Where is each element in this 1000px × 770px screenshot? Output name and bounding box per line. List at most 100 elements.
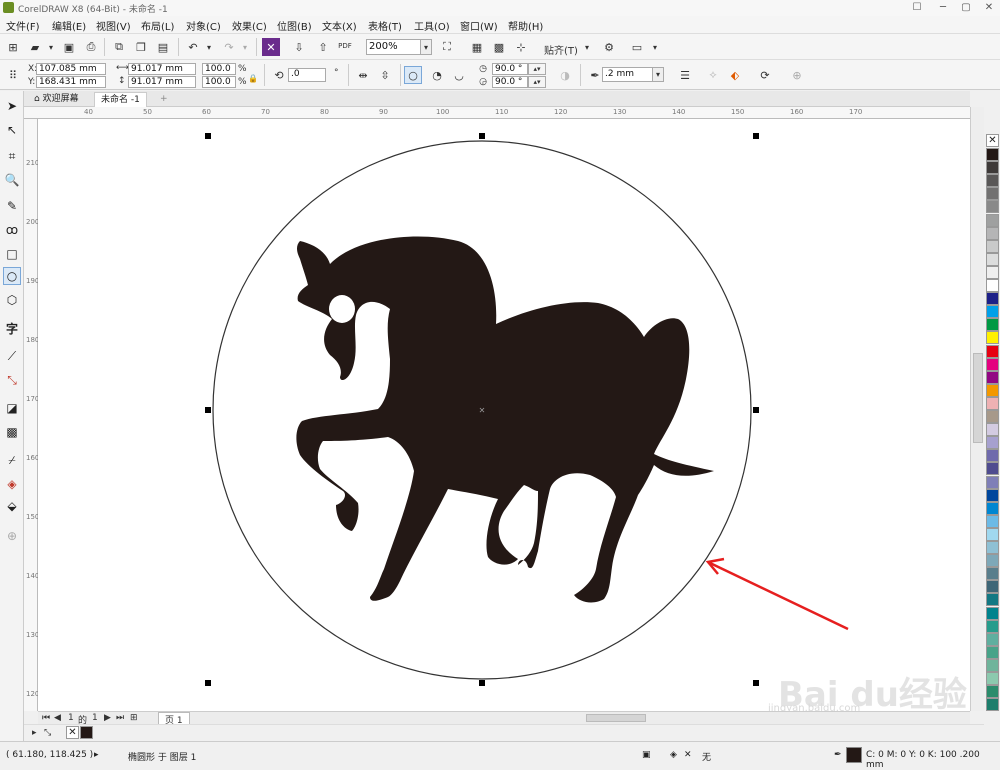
color-swatch[interactable] <box>986 148 999 161</box>
color-swatch[interactable] <box>986 619 999 633</box>
color-swatch[interactable] <box>986 357 999 371</box>
color-swatch[interactable] <box>986 580 999 594</box>
palette-menu-icon[interactable]: ▸ <box>32 728 37 738</box>
menu-window[interactable]: 窗口(W) <box>460 18 498 33</box>
color-swatch[interactable] <box>986 685 999 699</box>
pdf-export-icon[interactable]: PDF <box>336 37 354 55</box>
color-swatch[interactable] <box>986 658 999 672</box>
start-angle-field[interactable]: 90.0 ° <box>492 63 528 75</box>
menu-file[interactable]: 文件(F) <box>6 18 40 33</box>
selection-handle[interactable] <box>753 133 759 139</box>
black-swatch[interactable] <box>80 726 93 739</box>
new-document-icon[interactable]: ⊞ <box>4 38 22 56</box>
cut-icon[interactable]: ⧉ <box>110 38 128 56</box>
color-swatch[interactable] <box>986 318 999 332</box>
selection-handle[interactable] <box>479 133 485 139</box>
copy-icon[interactable]: ❐ <box>132 38 150 56</box>
shape-tool-icon[interactable]: ↖ <box>3 121 21 139</box>
color-swatch[interactable] <box>986 344 999 358</box>
color-swatch[interactable] <box>986 161 999 175</box>
color-swatch[interactable] <box>986 174 999 188</box>
color-swatch[interactable] <box>986 383 999 397</box>
selection-handle[interactable] <box>753 407 759 413</box>
ellipse-mode-icon[interactable]: ○ <box>404 66 422 84</box>
drawing-canvas[interactable]: ✕ Bai du经验 jingyan.baidu.com <box>38 119 970 715</box>
color-swatch[interactable] <box>986 593 999 607</box>
add-tab-button[interactable]: + <box>154 92 174 107</box>
first-page-icon[interactable]: ⏮ <box>42 713 50 723</box>
outline-dropdown-icon[interactable]: ▾ <box>652 67 664 82</box>
quick-customize-icon[interactable]: ⟳ <box>756 66 774 84</box>
color-swatch[interactable] <box>986 265 999 279</box>
snap-to-menu[interactable]: 贴齐(T) <box>544 42 578 57</box>
color-swatch[interactable] <box>986 475 999 489</box>
mirror-horizontal-icon[interactable]: ⇹ <box>354 66 372 84</box>
color-swatch[interactable] <box>986 370 999 384</box>
horizontal-scrollbar-thumb[interactable] <box>586 714 646 722</box>
width-field[interactable]: 91.017 mm <box>128 63 196 75</box>
color-swatch[interactable] <box>986 410 999 423</box>
selection-handle[interactable] <box>205 407 211 413</box>
smart-fill-icon[interactable]: ⬙ <box>3 497 21 515</box>
color-swatch[interactable] <box>986 527 999 541</box>
document-color-icon[interactable]: ▣ <box>642 750 651 760</box>
maximize-button[interactable]: ▢ <box>955 0 977 16</box>
color-swatch[interactable] <box>986 252 999 266</box>
color-swatch[interactable] <box>986 606 999 620</box>
outline-color-swatch[interactable] <box>846 747 862 763</box>
change-direction-icon[interactable]: ◑ <box>556 66 574 84</box>
end-angle-spinner-icon[interactable]: ▴▾ <box>528 76 546 88</box>
transparency-tool-icon[interactable]: ▩ <box>3 423 21 441</box>
vertical-ruler[interactable]: 210 200 190 180 170 160 150 140 130 120 <box>24 119 39 711</box>
zoom-dropdown-icon[interactable]: ▾ <box>420 39 432 55</box>
scale-height-field[interactable]: 100.0 <box>202 76 236 88</box>
color-swatch[interactable] <box>986 436 999 450</box>
rectangle-tool-icon[interactable]: □ <box>3 245 21 263</box>
menu-edit[interactable]: 编辑(E) <box>52 18 86 33</box>
menu-tools[interactable]: 工具(O) <box>414 18 450 33</box>
print-icon[interactable]: ⎙ <box>82 38 100 56</box>
scale-width-field[interactable]: 100.0 <box>202 63 236 75</box>
color-swatch[interactable] <box>986 501 999 515</box>
text-tool-icon[interactable]: 字 <box>3 319 21 337</box>
color-swatch[interactable] <box>986 423 999 437</box>
horse-silhouette[interactable] <box>296 236 714 603</box>
end-angle-field[interactable]: 90.0 ° <box>492 76 528 88</box>
wrap-text-icon[interactable]: ☰ <box>676 66 694 84</box>
prev-page-icon[interactable]: ◀ <box>54 713 61 723</box>
status-arrow-icon[interactable]: ▸ <box>94 750 99 760</box>
pie-mode-icon[interactable]: ◔ <box>428 66 446 84</box>
interactive-fill-icon[interactable]: ◈ <box>3 475 21 493</box>
tab-document[interactable]: 未命名 -1 <box>94 92 147 107</box>
full-screen-icon[interactable]: ⛶ <box>438 38 456 56</box>
minimize-button[interactable]: ─ <box>932 0 954 16</box>
start-angle-spinner-icon[interactable]: ▴▾ <box>528 63 546 75</box>
menu-text[interactable]: 文本(X) <box>322 18 357 33</box>
chevron-down-icon[interactable]: ▾ <box>42 38 60 56</box>
color-swatch[interactable] <box>986 554 999 568</box>
menu-help[interactable]: 帮助(H) <box>508 18 543 33</box>
color-swatch[interactable] <box>986 331 999 345</box>
options-gear-icon[interactable]: ⚙ <box>600 38 618 56</box>
selection-handle[interactable] <box>479 680 485 686</box>
rotation-field[interactable]: .0 <box>288 68 326 82</box>
color-swatch[interactable] <box>986 213 999 227</box>
color-swatch[interactable] <box>986 645 999 659</box>
menu-layout[interactable]: 布局(L) <box>141 18 174 33</box>
color-swatch[interactable] <box>986 292 999 306</box>
color-swatch[interactable] <box>986 200 999 214</box>
arc-mode-icon[interactable]: ◡ <box>450 66 468 84</box>
save-icon[interactable]: ▣ <box>60 38 78 56</box>
color-swatch[interactable] <box>986 632 999 646</box>
color-swatch[interactable] <box>986 187 999 201</box>
mirror-vertical-icon[interactable]: ⇳ <box>376 66 394 84</box>
crop-tool-icon[interactable]: ⌗ <box>3 147 21 165</box>
connector-tool-icon[interactable]: ⤡ <box>3 371 21 389</box>
parallel-dimension-icon[interactable]: ⟋ <box>3 347 21 365</box>
color-swatch[interactable] <box>986 462 999 476</box>
next-page-icon[interactable]: ▶ <box>104 713 111 723</box>
add-icon[interactable]: ⊕ <box>788 66 806 84</box>
color-swatch[interactable] <box>986 514 999 528</box>
horizontal-ruler[interactable]: 40 50 60 70 80 90 100 110 120 130 140 15… <box>24 107 970 119</box>
last-page-icon[interactable]: ⏭ <box>116 713 124 723</box>
